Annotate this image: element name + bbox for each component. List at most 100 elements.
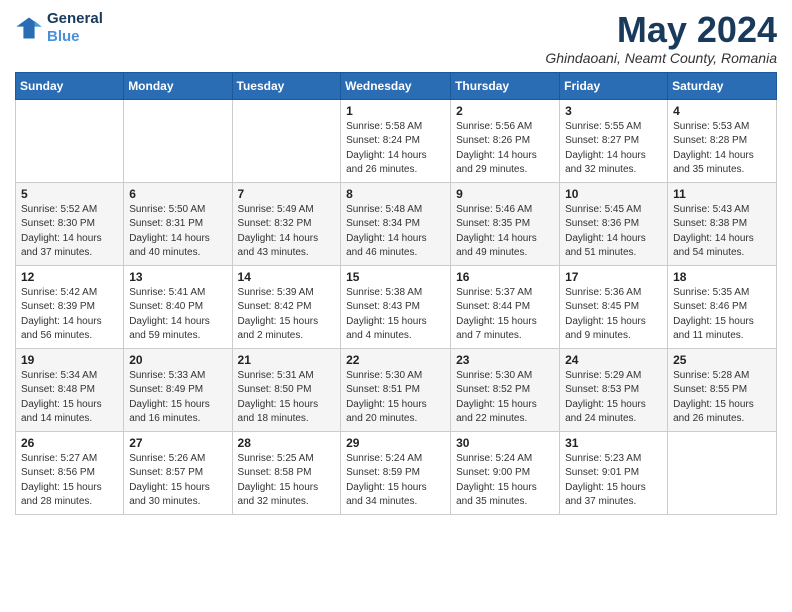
day-number: 13 (129, 270, 226, 284)
day-number: 2 (456, 104, 554, 118)
day-info: Sunrise: 5:56 AM Sunset: 8:26 PM Dayligh… (456, 120, 554, 178)
calendar-cell (668, 431, 777, 514)
day-info: Sunrise: 5:39 AM Sunset: 8:42 PM Dayligh… (238, 286, 336, 344)
logo: General Blue (15, 10, 103, 46)
day-number: 24 (565, 353, 662, 367)
calendar-cell (16, 99, 124, 182)
calendar-cell: 11 Sunrise: 5:43 AM Sunset: 8:38 PM Dayli… (668, 182, 777, 265)
day-number: 26 (21, 436, 118, 450)
calendar-cell: 27Sunrise: 5:26 AM Sunset: 8:57 PM Dayli… (124, 431, 232, 514)
calendar-cell: 18Sunrise: 5:35 AM Sunset: 8:46 PM Dayli… (668, 265, 777, 348)
calendar-cell: 13 Sunrise: 5:41 AM Sunset: 8:40 PM Dayli… (124, 265, 232, 348)
calendar-week-1: 1 Sunrise: 5:58 AM Sunset: 8:24 PM Daylig… (16, 99, 777, 182)
day-info: Sunrise: 5:34 AM Sunset: 8:48 PM Dayligh… (21, 369, 118, 427)
calendar-cell (124, 99, 232, 182)
logo-text: General Blue (47, 10, 103, 46)
day-info: Sunrise: 5:52 AM Sunset: 8:30 PM Dayligh… (21, 203, 118, 261)
day-info: Sunrise: 5:37 AM Sunset: 8:44 PM Dayligh… (456, 286, 554, 344)
weekday-header-monday: Monday (124, 72, 232, 99)
calendar-week-4: 19 Sunrise: 5:34 AM Sunset: 8:48 PM Dayli… (16, 348, 777, 431)
page-header: General Blue May 2024 Ghindaoani, Neamt … (15, 10, 777, 66)
calendar-cell: 10 Sunrise: 5:45 AM Sunset: 8:36 PM Dayli… (560, 182, 668, 265)
day-number: 16 (456, 270, 554, 284)
day-info: Sunrise: 5:25 AM Sunset: 8:58 PM Dayligh… (238, 452, 336, 510)
day-info: Sunrise: 5:42 AM Sunset: 8:39 PM Dayligh… (21, 286, 118, 344)
day-info: Sunrise: 5:41 AM Sunset: 8:40 PM Dayligh… (129, 286, 226, 344)
calendar-cell: 21Sunrise: 5:31 AM Sunset: 8:50 PM Dayli… (232, 348, 341, 431)
day-number: 29 (346, 436, 445, 450)
calendar-cell: 9 Sunrise: 5:46 AM Sunset: 8:35 PM Daylig… (451, 182, 560, 265)
calendar-cell: 19 Sunrise: 5:34 AM Sunset: 8:48 PM Dayli… (16, 348, 124, 431)
calendar-cell: 3Sunrise: 5:55 AM Sunset: 8:27 PM Daylig… (560, 99, 668, 182)
day-info: Sunrise: 5:31 AM Sunset: 8:50 PM Dayligh… (238, 369, 336, 427)
day-info: Sunrise: 5:29 AM Sunset: 8:53 PM Dayligh… (565, 369, 662, 427)
day-info: Sunrise: 5:58 AM Sunset: 8:24 PM Dayligh… (346, 120, 445, 178)
day-number: 17 (565, 270, 662, 284)
day-info: Sunrise: 5:30 AM Sunset: 8:51 PM Dayligh… (346, 369, 445, 427)
day-info: Sunrise: 5:28 AM Sunset: 8:55 PM Dayligh… (673, 369, 771, 427)
calendar-cell: 20Sunrise: 5:33 AM Sunset: 8:49 PM Dayli… (124, 348, 232, 431)
day-number: 4 (673, 104, 771, 118)
day-number: 9 (456, 187, 554, 201)
day-number: 31 (565, 436, 662, 450)
day-number: 23 (456, 353, 554, 367)
calendar-cell: 7Sunrise: 5:49 AM Sunset: 8:32 PM Daylig… (232, 182, 341, 265)
day-number: 10 (565, 187, 662, 201)
calendar-cell: 14Sunrise: 5:39 AM Sunset: 8:42 PM Dayli… (232, 265, 341, 348)
weekday-header-friday: Friday (560, 72, 668, 99)
calendar-cell: 26Sunrise: 5:27 AM Sunset: 8:56 PM Dayli… (16, 431, 124, 514)
calendar-cell: 31 Sunrise: 5:23 AM Sunset: 9:01 PM Dayli… (560, 431, 668, 514)
day-info: Sunrise: 5:23 AM Sunset: 9:01 PM Dayligh… (565, 452, 662, 510)
calendar-cell (232, 99, 341, 182)
day-number: 18 (673, 270, 771, 284)
weekday-header-thursday: Thursday (451, 72, 560, 99)
day-info: Sunrise: 5:24 AM Sunset: 8:59 PM Dayligh… (346, 452, 445, 510)
month-title: May 2024 (545, 10, 777, 50)
calendar-week-2: 5 Sunrise: 5:52 AM Sunset: 8:30 PM Daylig… (16, 182, 777, 265)
day-info: Sunrise: 5:48 AM Sunset: 8:34 PM Dayligh… (346, 203, 445, 261)
calendar-cell: 12 Sunrise: 5:42 AM Sunset: 8:39 PM Dayli… (16, 265, 124, 348)
calendar-cell: 16 Sunrise: 5:37 AM Sunset: 8:44 PM Dayli… (451, 265, 560, 348)
calendar-cell: 6 Sunrise: 5:50 AM Sunset: 8:31 PM Daylig… (124, 182, 232, 265)
day-info: Sunrise: 5:49 AM Sunset: 8:32 PM Dayligh… (238, 203, 336, 261)
day-info: Sunrise: 5:38 AM Sunset: 8:43 PM Dayligh… (346, 286, 445, 344)
day-number: 19 (21, 353, 118, 367)
title-section: May 2024 Ghindaoani, Neamt County, Roman… (545, 10, 777, 66)
day-info: Sunrise: 5:50 AM Sunset: 8:31 PM Dayligh… (129, 203, 226, 261)
weekday-header-saturday: Saturday (668, 72, 777, 99)
day-number: 5 (21, 187, 118, 201)
weekday-header-row: SundayMondayTuesdayWednesdayThursdayFrid… (16, 72, 777, 99)
day-info: Sunrise: 5:30 AM Sunset: 8:52 PM Dayligh… (456, 369, 554, 427)
calendar-week-5: 26Sunrise: 5:27 AM Sunset: 8:56 PM Dayli… (16, 431, 777, 514)
calendar-cell: 22 Sunrise: 5:30 AM Sunset: 8:51 PM Dayli… (341, 348, 451, 431)
calendar-cell: 24 Sunrise: 5:29 AM Sunset: 8:53 PM Dayli… (560, 348, 668, 431)
day-info: Sunrise: 5:46 AM Sunset: 8:35 PM Dayligh… (456, 203, 554, 261)
calendar-cell: 2 Sunrise: 5:56 AM Sunset: 8:26 PM Daylig… (451, 99, 560, 182)
day-info: Sunrise: 5:43 AM Sunset: 8:38 PM Dayligh… (673, 203, 771, 261)
day-number: 1 (346, 104, 445, 118)
day-info: Sunrise: 5:45 AM Sunset: 8:36 PM Dayligh… (565, 203, 662, 261)
calendar-cell: 29 Sunrise: 5:24 AM Sunset: 8:59 PM Dayli… (341, 431, 451, 514)
calendar-table: SundayMondayTuesdayWednesdayThursdayFrid… (15, 72, 777, 515)
day-info: Sunrise: 5:33 AM Sunset: 8:49 PM Dayligh… (129, 369, 226, 427)
calendar-cell: 1 Sunrise: 5:58 AM Sunset: 8:24 PM Daylig… (341, 99, 451, 182)
weekday-header-wednesday: Wednesday (341, 72, 451, 99)
day-info: Sunrise: 5:36 AM Sunset: 8:45 PM Dayligh… (565, 286, 662, 344)
calendar-cell: 30Sunrise: 5:24 AM Sunset: 9:00 PM Dayli… (451, 431, 560, 514)
calendar-cell: 4Sunrise: 5:53 AM Sunset: 8:28 PM Daylig… (668, 99, 777, 182)
day-info: Sunrise: 5:55 AM Sunset: 8:27 PM Dayligh… (565, 120, 662, 178)
calendar-cell: 28 Sunrise: 5:25 AM Sunset: 8:58 PM Dayli… (232, 431, 341, 514)
day-number: 6 (129, 187, 226, 201)
day-number: 22 (346, 353, 445, 367)
day-number: 11 (673, 187, 771, 201)
day-number: 28 (238, 436, 336, 450)
calendar-cell: 5 Sunrise: 5:52 AM Sunset: 8:30 PM Daylig… (16, 182, 124, 265)
day-number: 8 (346, 187, 445, 201)
weekday-header-tuesday: Tuesday (232, 72, 341, 99)
calendar-cell: 17 Sunrise: 5:36 AM Sunset: 8:45 PM Dayli… (560, 265, 668, 348)
calendar-cell: 25 Sunrise: 5:28 AM Sunset: 8:55 PM Dayli… (668, 348, 777, 431)
day-number: 12 (21, 270, 118, 284)
day-number: 25 (673, 353, 771, 367)
day-info: Sunrise: 5:24 AM Sunset: 9:00 PM Dayligh… (456, 452, 554, 510)
calendar-cell: 8 Sunrise: 5:48 AM Sunset: 8:34 PM Daylig… (341, 182, 451, 265)
